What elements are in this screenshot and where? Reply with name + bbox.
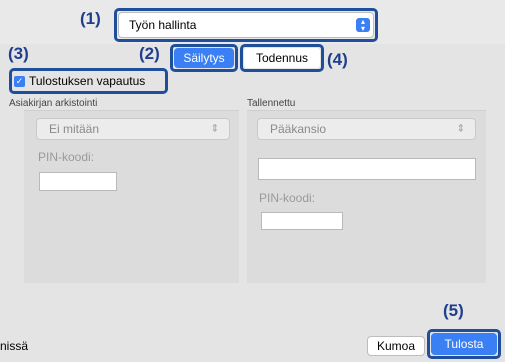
tab-sailytys-label: Säilytys bbox=[183, 51, 225, 65]
callout-3: (3) bbox=[8, 44, 29, 63]
print-release-checkbox-row[interactable]: ✓ Tulostuksen vapautus bbox=[14, 73, 145, 89]
job-control-select-value: Työn hallinta bbox=[129, 18, 197, 32]
cancel-button[interactable]: Kumoa bbox=[367, 336, 425, 356]
archive-pin-label: PIN-koodi: bbox=[38, 150, 95, 164]
saved-pin-input[interactable] bbox=[261, 212, 343, 230]
saved-folder-select[interactable]: Pääkansio ⇕ bbox=[257, 118, 476, 140]
print-button[interactable]: Tulosta bbox=[431, 333, 497, 355]
archive-pin-input[interactable] bbox=[39, 172, 117, 191]
chevron-updown-icon: ⇕ bbox=[456, 123, 465, 135]
archive-select[interactable]: Ei mitään ⇕ bbox=[36, 118, 230, 140]
job-control-select[interactable]: Työn hallinta ▴ ▾ bbox=[118, 12, 374, 38]
print-release-label: Tulostuksen vapautus bbox=[29, 74, 146, 88]
chevron-updown-icon: ⇕ bbox=[210, 123, 219, 135]
saved-section-label: Tallennettu bbox=[247, 98, 296, 109]
checkbox-checked-icon[interactable]: ✓ bbox=[14, 75, 25, 87]
archive-select-value: Ei mitään bbox=[49, 122, 100, 136]
chevron-updown-icon: ▴ ▾ bbox=[356, 18, 370, 33]
print-button-label: Tulosta bbox=[444, 337, 484, 351]
saved-name-input[interactable] bbox=[258, 158, 476, 180]
tab-todennus-label: Todennus bbox=[255, 51, 309, 65]
callout-5: (5) bbox=[443, 301, 464, 320]
tab-todennus[interactable]: Todennus bbox=[244, 48, 320, 68]
archive-section-label: Asiakirjan arkistointi bbox=[9, 98, 98, 109]
callout-4: (4) bbox=[327, 50, 348, 69]
callout-1: (1) bbox=[80, 9, 101, 28]
cancel-button-label: Kumoa bbox=[376, 339, 416, 353]
callout-2: (2) bbox=[139, 44, 160, 63]
footer-left-text: nissä bbox=[0, 339, 29, 353]
tab-sailytys[interactable]: Säilytys bbox=[174, 48, 234, 68]
saved-pin-label: PIN-koodi: bbox=[259, 191, 316, 205]
saved-folder-select-value: Pääkansio bbox=[270, 122, 327, 136]
